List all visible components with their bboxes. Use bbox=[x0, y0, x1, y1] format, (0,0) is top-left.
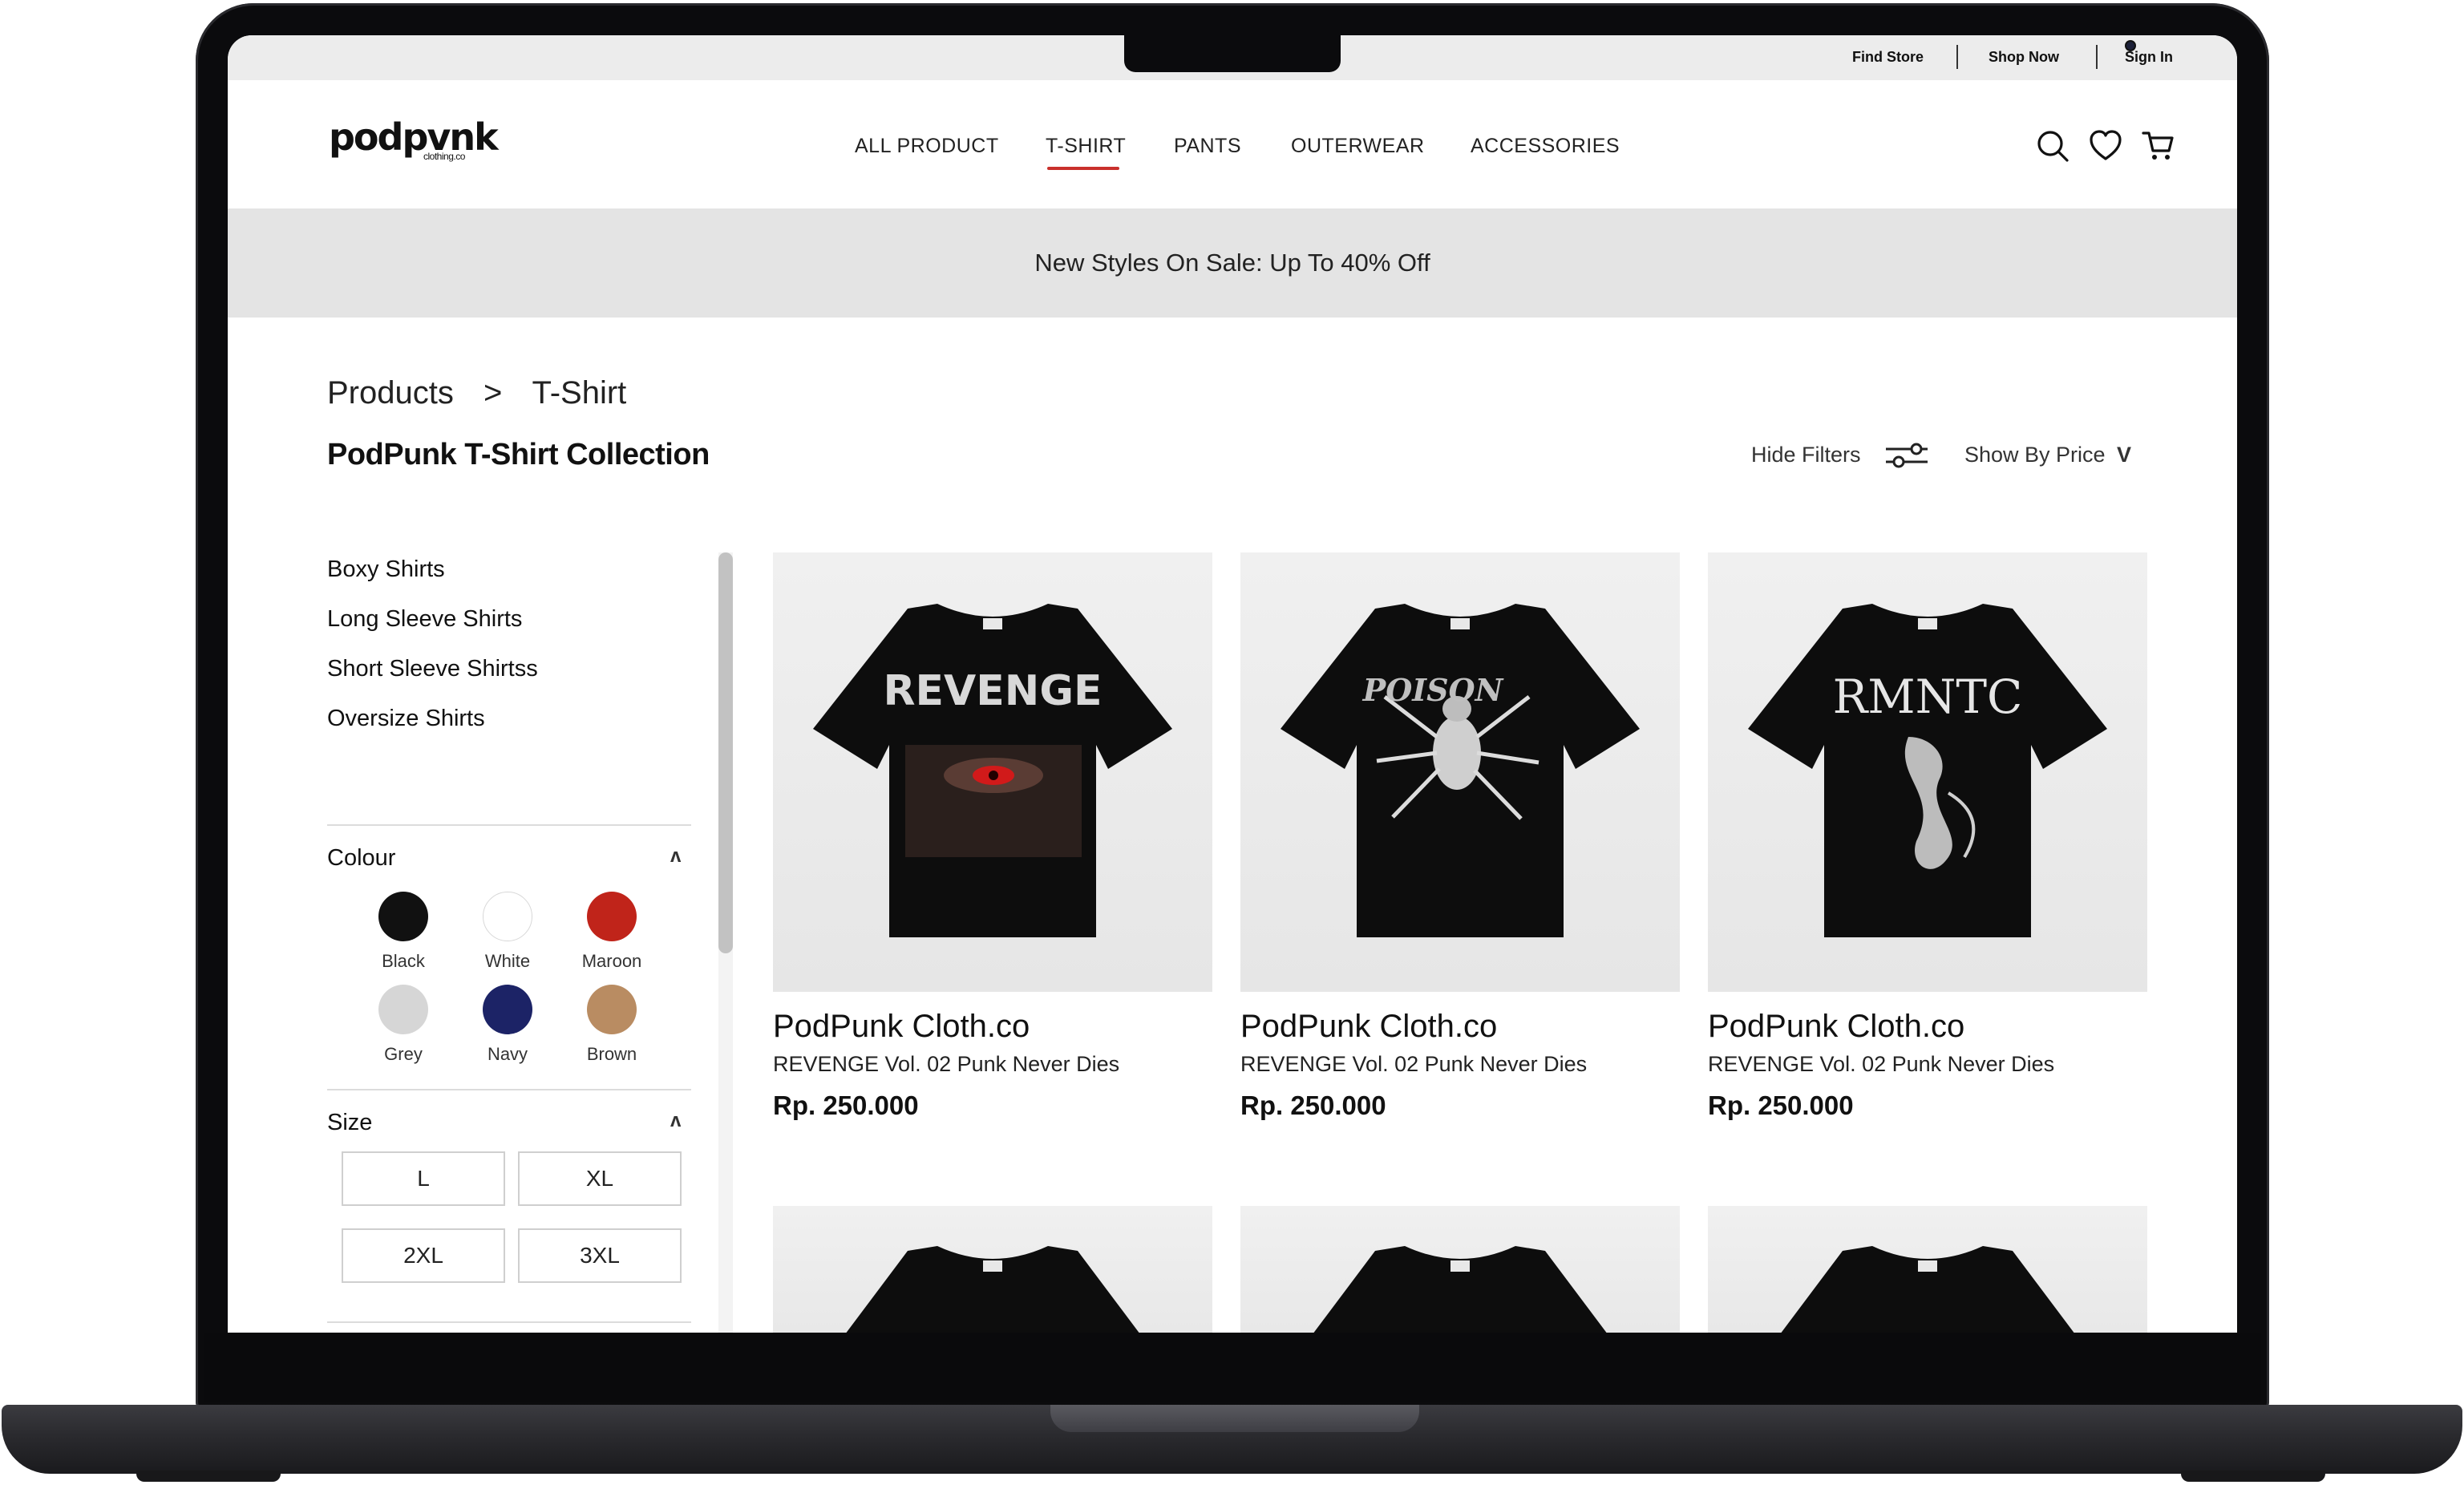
laptop-screen: Find Store Shop Now Sign In podpvnk clot… bbox=[228, 35, 2237, 1333]
swatch-navy[interactable] bbox=[483, 985, 532, 1034]
size-option-3xl[interactable]: 3XL bbox=[518, 1228, 682, 1283]
product-price: Rp. 250.000 bbox=[1708, 1090, 1854, 1120]
swatch-label-grey: Grey bbox=[384, 1044, 423, 1064]
swatch-label-white: White bbox=[484, 951, 531, 971]
swatch-grey[interactable] bbox=[378, 985, 428, 1034]
site-logo[interactable]: podpvnk clothing.co bbox=[329, 115, 499, 167]
nav-pants[interactable]: PANTS bbox=[1174, 135, 1241, 158]
nav-accessories[interactable]: ACCESSORIES bbox=[1471, 135, 1620, 158]
laptop-opening-notch bbox=[1050, 1405, 1419, 1432]
collapse-colour-icon[interactable]: ʌ bbox=[670, 845, 681, 868]
product-brand[interactable]: PodPunk Cloth.co bbox=[1240, 1009, 1497, 1045]
category-boxy-shirts[interactable]: Boxy Shirts bbox=[327, 556, 445, 583]
shirt-graphic-text: POISON bbox=[1362, 672, 1504, 708]
product-image[interactable]: REVENGE bbox=[773, 552, 1212, 992]
colour-filter-title[interactable]: Colour bbox=[327, 845, 395, 872]
category-long-sleeve-shirts[interactable]: Long Sleeve Shirts bbox=[327, 606, 522, 633]
product-name[interactable]: REVENGE Vol. 02 Punk Never Dies bbox=[1708, 1052, 2054, 1077]
laptop-foot-right bbox=[2181, 1471, 2325, 1482]
laptop-foot-left bbox=[136, 1471, 281, 1482]
breadcrumb-current: T-Shirt bbox=[532, 375, 627, 411]
logo-wordmark: podpvnk bbox=[329, 115, 499, 159]
search-icon[interactable] bbox=[2033, 127, 2072, 165]
shirt-graphic-text: REVENGE bbox=[883, 667, 1102, 715]
swatch-brown[interactable] bbox=[587, 985, 637, 1034]
product-image[interactable]: POISON bbox=[1240, 552, 1680, 992]
cart-icon[interactable] bbox=[2139, 127, 2178, 165]
breadcrumb-products[interactable]: Products bbox=[327, 375, 454, 411]
hide-filters-button[interactable]: Hide Filters bbox=[1751, 443, 1861, 467]
collapse-size-icon[interactable]: ʌ bbox=[670, 1110, 681, 1132]
product-image[interactable] bbox=[773, 1206, 1212, 1333]
shirt-graphic-text: RMNTC bbox=[1833, 670, 2023, 724]
size-option-l[interactable]: L bbox=[342, 1151, 505, 1206]
nav-all-product[interactable]: ALL PRODUCT bbox=[855, 135, 999, 158]
product-price: Rp. 250.000 bbox=[773, 1090, 919, 1120]
breadcrumb: Products > T-Shirt bbox=[327, 375, 626, 411]
product-image[interactable] bbox=[1708, 1206, 2147, 1333]
screen-notch bbox=[1124, 35, 2134, 72]
divider bbox=[327, 1089, 691, 1090]
swatch-white[interactable] bbox=[483, 892, 532, 941]
swatch-label-maroon: Maroon bbox=[581, 951, 642, 971]
product-brand[interactable]: PodPunk Cloth.co bbox=[1708, 1009, 1964, 1045]
product-name[interactable]: REVENGE Vol. 02 Punk Never Dies bbox=[773, 1052, 1119, 1077]
laptop-chin bbox=[204, 1333, 2261, 1402]
swatch-maroon[interactable] bbox=[587, 892, 637, 941]
logo-subtext: clothing.co bbox=[423, 151, 465, 162]
promo-banner[interactable]: New Styles On Sale: Up To 40% Off bbox=[228, 208, 2237, 318]
active-nav-indicator bbox=[1047, 167, 1119, 170]
product-name[interactable]: REVENGE Vol. 02 Punk Never Dies bbox=[1240, 1052, 1587, 1077]
product-image[interactable] bbox=[1240, 1206, 1680, 1333]
promo-text: New Styles On Sale: Up To 40% Off bbox=[1034, 249, 1430, 277]
heart-icon[interactable] bbox=[2086, 127, 2125, 165]
size-filter-title[interactable]: Size bbox=[327, 1110, 372, 1136]
size-option-xl[interactable]: XL bbox=[518, 1151, 682, 1206]
page-title: PodPunk T-Shirt Collection bbox=[327, 438, 710, 471]
swatch-label-brown: Brown bbox=[586, 1044, 637, 1064]
divider bbox=[2096, 45, 2098, 69]
divider bbox=[327, 824, 691, 826]
product-brand[interactable]: PodPunk Cloth.co bbox=[773, 1009, 1030, 1045]
category-short-sleeve-shirts[interactable]: Short Sleeve Shirtss bbox=[327, 656, 538, 682]
product-image[interactable]: RMNTC bbox=[1708, 552, 2147, 992]
divider bbox=[327, 1321, 691, 1323]
breadcrumb-separator: > bbox=[483, 375, 503, 411]
swatch-label-black: Black bbox=[382, 951, 425, 971]
shop-now-link[interactable]: Shop Now bbox=[1989, 49, 2059, 66]
sign-in-link[interactable]: Sign In bbox=[2125, 49, 2173, 66]
camera-icon bbox=[2126, 42, 2134, 50]
category-oversize-shirts[interactable]: Oversize Shirts bbox=[327, 706, 485, 732]
swatch-black[interactable] bbox=[378, 892, 428, 941]
chevron-down-icon[interactable]: V bbox=[2117, 443, 2131, 467]
site-header: podpvnk clothing.co ALL PRODUCT T-SHIRT … bbox=[228, 80, 2237, 208]
size-option-2xl[interactable]: 2XL bbox=[342, 1228, 505, 1283]
sort-by-price-dropdown[interactable]: Show By Price bbox=[1964, 443, 2106, 467]
find-store-link[interactable]: Find Store bbox=[1852, 49, 1924, 66]
filter-sliders-icon[interactable] bbox=[1884, 439, 1929, 475]
swatch-label-navy: Navy bbox=[487, 1044, 528, 1064]
product-price: Rp. 250.000 bbox=[1240, 1090, 1386, 1120]
nav-t-shirt[interactable]: T-SHIRT bbox=[1046, 135, 1126, 158]
divider bbox=[1956, 45, 1958, 69]
sidebar-scrollbar-thumb[interactable] bbox=[718, 552, 733, 953]
nav-outerwear[interactable]: OUTERWEAR bbox=[1291, 135, 1425, 158]
